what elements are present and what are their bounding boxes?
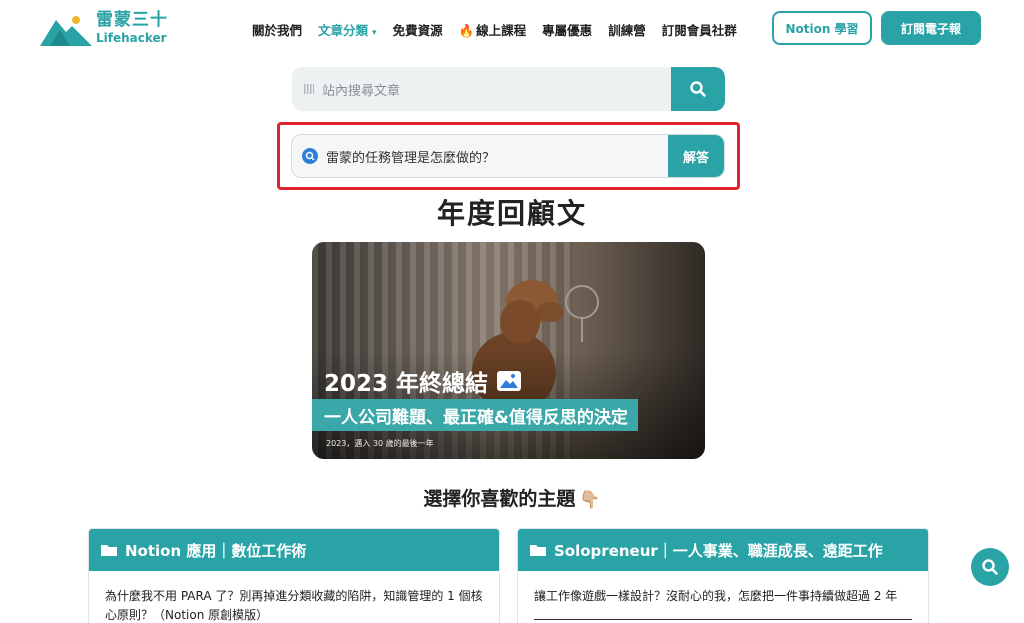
divider [534, 619, 912, 620]
card-banner: 一人公司難題、最正確&值得反思的決定 [312, 399, 638, 431]
site-logo[interactable]: 雷蒙三十 Lifehacker [40, 10, 168, 46]
nav-community[interactable]: 訂閱會員社群 [662, 20, 737, 39]
pointing-down-icon: 👇🏼 [579, 490, 601, 510]
article-link[interactable]: 為什麼我不用 PARA 了？別再掉進分類收藏的陷阱，知識管理的 1 個核心原則？… [89, 571, 499, 623]
search-placeholder: 站內搜尋文章 [322, 83, 401, 99]
barcode-icon [304, 84, 314, 94]
category-header[interactable]: Solopreneur｜一人事業、職涯成長、遠距工作 [518, 529, 928, 571]
topics-heading-text: 選擇你喜歡的主題 [423, 488, 576, 510]
category-header[interactable]: Notion 應用｜數位工作術 [89, 529, 499, 571]
category-title: Notion 應用｜數位工作術 [125, 541, 307, 560]
folder-icon [101, 545, 117, 556]
search-icon [690, 81, 706, 97]
floating-search-button[interactable] [971, 548, 1009, 586]
nav-deals[interactable]: 專屬優惠 [542, 20, 592, 39]
question-input[interactable]: 雷蒙的任務管理是怎麼做的？ [302, 135, 495, 177]
fan-illustration [565, 285, 599, 342]
nav-free-resources[interactable]: 免費資源 [393, 20, 443, 39]
logo-name-cn: 雷蒙三十 [96, 10, 168, 30]
site-search-bar: 站內搜尋文章 [292, 67, 725, 111]
search-icon [982, 559, 998, 575]
nav-categories-label: 文章分類 [318, 23, 369, 38]
ai-search-icon [302, 148, 318, 164]
chevron-down-icon: ▾ [372, 28, 377, 38]
topics-heading: 選擇你喜歡的主題 👇🏼 [0, 484, 1024, 511]
nav-about[interactable]: 關於我們 [252, 20, 302, 39]
category-card-notion: Notion 應用｜數位工作術 為什麼我不用 PARA 了？別再掉進分類收藏的陷… [88, 528, 500, 623]
nav-categories[interactable]: 文章分類 ▾ [318, 20, 377, 39]
answer-button[interactable]: 解答 [668, 135, 724, 177]
nav-camp[interactable]: 訓練營 [608, 20, 646, 39]
nav-courses-label: 線上課程 [476, 23, 527, 38]
notion-learning-button[interactable]: Notion 學習 [772, 11, 872, 45]
annual-review-heading: 年度回顧文 [436, 197, 587, 230]
search-input[interactable]: 站內搜尋文章 [304, 67, 400, 111]
mountain-logo-icon [40, 16, 92, 46]
ai-question-box: 雷蒙的任務管理是怎麼做的？ 解答 [291, 134, 725, 178]
category-card-solopreneur: Solopreneur｜一人事業、職涯成長、遠距工作 讓工作像遊戲一樣設計？沒耐… [517, 528, 929, 623]
fire-icon: 🔥 [458, 23, 475, 38]
card-title: 2023 年終總結 [324, 364, 522, 398]
nav-courses[interactable]: 🔥 線上課程 [459, 20, 527, 39]
site-header: 雷蒙三十 Lifehacker 關於我們 文章分類 ▾ 免費資源 🔥 線上課程 專屬… [0, 0, 1024, 58]
annual-review-card[interactable]: 2023 年終總結 一人公司難題、最正確&值得反思的決定 2023，邁入 30 … [312, 242, 705, 459]
main-nav: 關於我們 文章分類 ▾ 免費資源 🔥 線上課程 專屬優惠 訓練營 訂閱會員社群 [252, 20, 753, 39]
question-text: 雷蒙的任務管理是怎麼做的？ [326, 150, 496, 166]
card-title-text: 2023 年終總結 [324, 371, 489, 397]
category-title: Solopreneur｜一人事業、職涯成長、遠距工作 [554, 541, 883, 560]
newsletter-button[interactable]: 訂閱電子報 [881, 11, 981, 45]
image-icon [497, 371, 522, 391]
card-caption: 2023，邁入 30 歲的最後一年 [326, 439, 434, 448]
search-button[interactable] [671, 67, 725, 111]
logo-name-en: Lifehacker [96, 31, 167, 45]
folder-icon [530, 545, 546, 556]
article-link[interactable]: 讓工作像遊戲一樣設計？沒耐心的我，怎麼把一件事持續做超過 2 年 [518, 571, 928, 606]
